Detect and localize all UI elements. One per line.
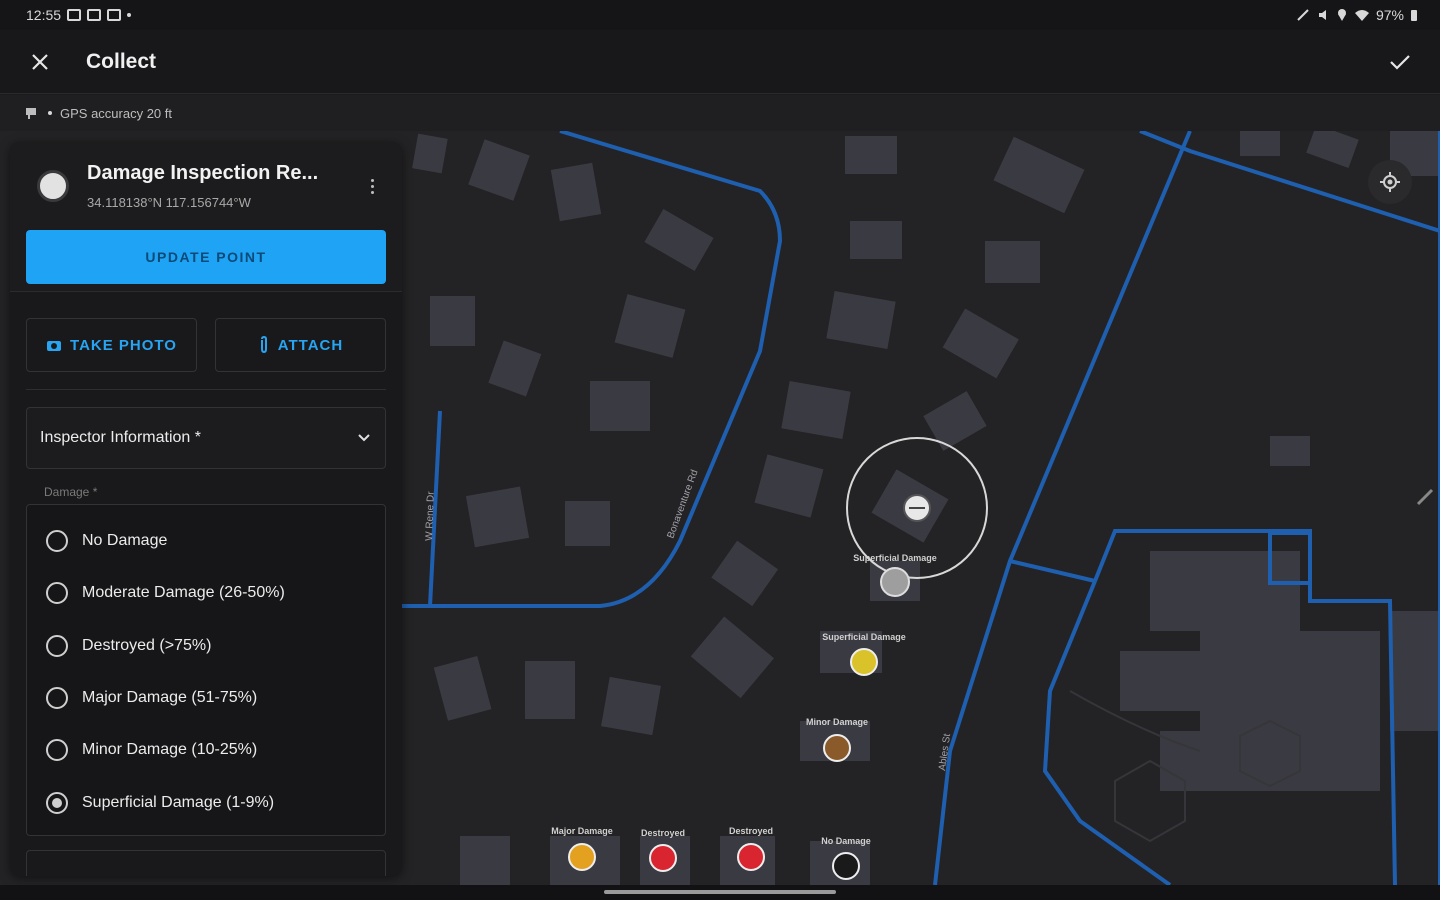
status-bar: 12:55 97% bbox=[0, 0, 1440, 30]
youtube-icon bbox=[107, 9, 122, 21]
radio-button bbox=[46, 739, 68, 761]
marker-symbol bbox=[850, 648, 878, 676]
check-icon bbox=[1390, 54, 1410, 70]
radio-option[interactable]: No Damage bbox=[46, 523, 167, 559]
message-icon bbox=[87, 9, 102, 21]
radio-button bbox=[46, 687, 68, 709]
next-field-partial[interactable] bbox=[26, 850, 386, 876]
radio-button bbox=[46, 530, 68, 552]
feature-coordinates: 34.118138°N 117.156744°W bbox=[87, 195, 251, 210]
damage-field-label: Damage * bbox=[44, 485, 98, 499]
battery-icon bbox=[1411, 10, 1417, 21]
gps-accuracy-bar: GPS accuracy 20 ft bbox=[0, 95, 1440, 131]
pencil-icon[interactable] bbox=[1415, 487, 1435, 507]
radio-label: Major Damage (51-75%) bbox=[82, 689, 258, 706]
radio-button bbox=[46, 635, 68, 657]
attach-button[interactable]: ATTACH bbox=[215, 318, 386, 372]
marker-symbol bbox=[832, 852, 860, 880]
app-bar: Collect bbox=[0, 30, 1440, 94]
chevron-down-icon bbox=[358, 434, 370, 442]
gps-accuracy-text: GPS accuracy 20 ft bbox=[60, 105, 172, 121]
attach-label: ATTACH bbox=[277, 336, 344, 354]
radio-button bbox=[46, 582, 68, 604]
take-photo-button[interactable]: TAKE PHOTO bbox=[26, 318, 197, 372]
separator-dot bbox=[48, 111, 52, 115]
radio-option[interactable]: Destroyed (>75%) bbox=[46, 628, 211, 664]
close-icon bbox=[32, 53, 48, 70]
feature-title: Damage Inspection Re... bbox=[87, 162, 319, 184]
mute-icon bbox=[1318, 10, 1326, 20]
marker-symbol bbox=[649, 844, 677, 872]
svg-text:Superficial Damage: Superficial Damage bbox=[853, 553, 937, 563]
update-point-button[interactable]: UPDATE POINT bbox=[26, 230, 386, 284]
paperclip-icon bbox=[260, 336, 267, 354]
home-gesture-handle[interactable] bbox=[604, 890, 836, 894]
take-photo-label: TAKE PHOTO bbox=[70, 336, 177, 354]
battery-level: 97% bbox=[1375, 7, 1404, 23]
damage-radio-group: No Damage Moderate Damage (26-50%) Destr… bbox=[26, 504, 386, 836]
radio-option[interactable]: Moderate Damage (26-50%) bbox=[46, 575, 285, 611]
more-notifications-icon bbox=[127, 13, 132, 17]
marker-symbol bbox=[823, 734, 851, 762]
svg-text:Destroyed: Destroyed bbox=[641, 828, 685, 838]
confirm-button[interactable] bbox=[1384, 46, 1416, 78]
svg-text:Superficial Damage: Superficial Damage bbox=[822, 632, 906, 642]
wifi-icon bbox=[1354, 10, 1369, 21]
svg-text:Destroyed: Destroyed bbox=[729, 826, 773, 836]
feature-symbol-icon bbox=[37, 170, 69, 202]
group-label: Inspector Information * bbox=[40, 429, 201, 446]
navigation-bar bbox=[0, 885, 1440, 900]
more-options-button[interactable] bbox=[364, 172, 380, 200]
nfc-icon bbox=[1297, 9, 1309, 21]
inspector-information-group[interactable]: Inspector Information * bbox=[26, 407, 386, 469]
radio-label: Destroyed (>75%) bbox=[82, 637, 212, 654]
svg-text:Minor Damage: Minor Damage bbox=[806, 717, 868, 727]
marker-symbol bbox=[737, 843, 765, 871]
camera-icon bbox=[47, 341, 62, 351]
radio-label: No Damage bbox=[82, 532, 168, 549]
feature-panel: Damage Inspection Re... 34.118138°N 117.… bbox=[10, 142, 402, 876]
location-icon bbox=[1337, 9, 1346, 21]
radio-label: Moderate Damage (26-50%) bbox=[82, 584, 285, 601]
radio-option[interactable]: Major Damage (51-75%) bbox=[46, 680, 257, 716]
marker-symbol bbox=[880, 567, 910, 597]
locate-button[interactable] bbox=[1368, 160, 1412, 204]
radio-option[interactable]: Minor Damage (10-25%) bbox=[46, 732, 257, 768]
svg-text:Major Damage: Major Damage bbox=[551, 826, 613, 836]
close-button[interactable] bbox=[24, 46, 56, 78]
crosshair-icon bbox=[1380, 172, 1400, 192]
feature-header: Damage Inspection Re... 34.118138°N 117.… bbox=[10, 142, 402, 292]
clock: 12:55 bbox=[26, 7, 62, 23]
attachment-actions: TAKE PHOTO ATTACH bbox=[26, 318, 386, 372]
marker-symbol bbox=[568, 843, 596, 871]
radio-button bbox=[46, 792, 68, 814]
page-title: Collect bbox=[86, 49, 157, 73]
radio-label: Minor Damage (10-25%) bbox=[82, 741, 258, 758]
radio-option[interactable]: Superficial Damage (1-9%) bbox=[46, 785, 274, 821]
divider bbox=[26, 389, 386, 390]
street-label-w-rene: W Rene Dr bbox=[424, 491, 437, 541]
gallery-icon bbox=[67, 9, 82, 21]
svg-text:No Damage: No Damage bbox=[821, 836, 871, 846]
gps-receiver-icon bbox=[26, 108, 36, 119]
selected-point-marker[interactable] bbox=[903, 494, 931, 522]
map-marker[interactable]: Superficial Damage bbox=[853, 553, 937, 597]
radio-label: Superficial Damage (1-9%) bbox=[82, 794, 275, 811]
